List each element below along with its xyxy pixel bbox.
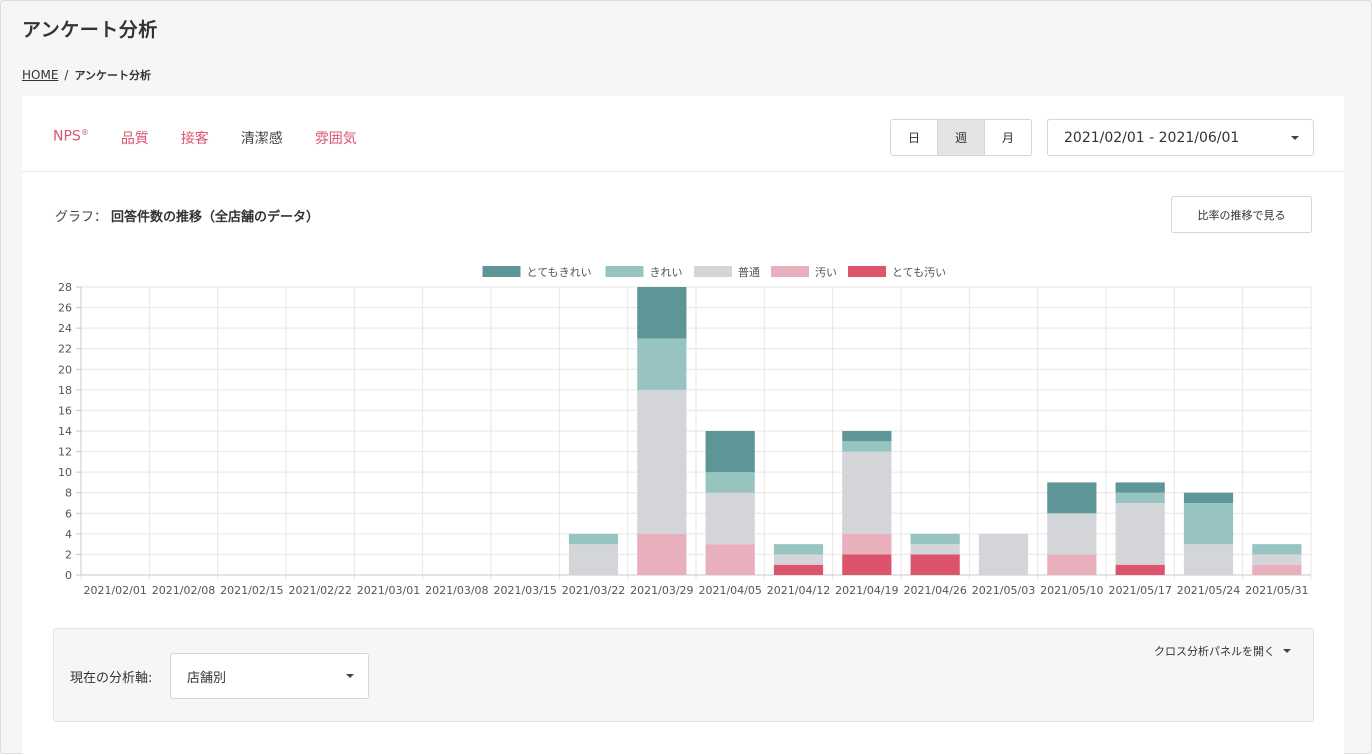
bar-segment bbox=[705, 492, 755, 545]
y-tick-label: 20 bbox=[58, 363, 72, 376]
legend-label: とてもきれい bbox=[527, 266, 592, 279]
bar-segment bbox=[842, 451, 892, 534]
bar-segment bbox=[773, 564, 824, 575]
y-tick-label: 18 bbox=[58, 384, 72, 397]
bar-segment bbox=[568, 533, 619, 545]
caret-down-icon bbox=[1283, 649, 1291, 653]
bar-segment bbox=[637, 338, 687, 390]
bar-segment bbox=[1115, 564, 1165, 575]
bar-segment bbox=[910, 533, 960, 545]
bar-segment bbox=[842, 533, 892, 555]
bar-segment bbox=[568, 544, 619, 575]
y-tick-label: 2 bbox=[65, 548, 72, 561]
x-tick-label: 2021/04/05 bbox=[698, 584, 761, 597]
legend-swatch bbox=[848, 266, 886, 277]
y-tick-label: 0 bbox=[65, 569, 72, 582]
breadcrumb-home-link[interactable]: HOME bbox=[22, 68, 58, 82]
legend-swatch bbox=[771, 266, 809, 277]
cross-analysis-toggle[interactable]: クロス分析パネルを開く bbox=[1154, 643, 1291, 659]
x-tick-label: 2021/04/12 bbox=[767, 584, 830, 597]
chevron-down-icon bbox=[346, 674, 354, 678]
bar-segment bbox=[1115, 503, 1165, 565]
bar-segment bbox=[705, 544, 755, 575]
analysis-card: NPS® 品質 接客 清潔感 雰囲気 日 週 月 2021/02/01 - 20… bbox=[22, 96, 1344, 754]
bar-segment bbox=[705, 472, 755, 493]
x-tick-label: 2021/05/10 bbox=[1040, 584, 1103, 597]
x-tick-label: 2021/05/24 bbox=[1177, 584, 1240, 597]
y-tick-label: 28 bbox=[58, 281, 72, 294]
bar-segment bbox=[705, 431, 755, 473]
bar-segment bbox=[637, 533, 687, 575]
y-tick-label: 10 bbox=[58, 466, 72, 479]
legend-label: きれい bbox=[650, 266, 683, 279]
x-tick-label: 2021/03/29 bbox=[630, 584, 693, 597]
bar-segment bbox=[842, 441, 892, 452]
x-tick-label: 2021/02/15 bbox=[220, 584, 283, 597]
bar-segment bbox=[842, 431, 892, 442]
bar-segment bbox=[910, 554, 960, 575]
y-tick-label: 22 bbox=[58, 343, 72, 356]
bar-segment bbox=[637, 389, 687, 534]
bar-segment bbox=[1252, 564, 1302, 575]
stacked-bar-chart: 02468101214161820222426282021/02/01 2021/… bbox=[58, 265, 1312, 597]
y-tick-label: 12 bbox=[58, 446, 72, 459]
x-tick-label: 2021/05/17 bbox=[1108, 584, 1171, 597]
x-tick-label: 2021/03/15 bbox=[493, 584, 556, 597]
analysis-axis-value: 店舗別 bbox=[187, 670, 227, 686]
legend-swatch bbox=[605, 266, 644, 277]
y-tick-label: 16 bbox=[58, 404, 72, 417]
bar-segment bbox=[1252, 544, 1302, 555]
legend-swatch bbox=[482, 266, 521, 277]
bar-segment bbox=[1183, 492, 1234, 503]
bar-segment bbox=[1183, 544, 1234, 575]
bar-segment bbox=[842, 554, 892, 575]
bar-segment bbox=[1183, 503, 1234, 545]
bar-segment bbox=[1252, 554, 1302, 565]
x-tick-label: 2021/05/31 bbox=[1245, 584, 1308, 597]
bar-segment bbox=[1115, 482, 1165, 493]
y-tick-label: 14 bbox=[58, 425, 72, 438]
x-tick-label: 2021/02/22 bbox=[288, 584, 351, 597]
breadcrumb-separator: / bbox=[64, 68, 69, 82]
analysis-axis-panel: 現在の分析軸: 店舗別 クロス分析パネルを開く bbox=[53, 628, 1314, 722]
legend-swatch bbox=[694, 266, 732, 277]
cross-analysis-label: クロス分析パネルを開く bbox=[1154, 645, 1275, 658]
y-tick-label: 26 bbox=[58, 302, 72, 315]
legend-label: とても汚い bbox=[892, 266, 946, 279]
page-title: アンケート分析 bbox=[22, 19, 158, 41]
bar-segment bbox=[1047, 482, 1097, 514]
bar-segment bbox=[773, 544, 824, 555]
x-tick-label: 2021/03/22 bbox=[562, 584, 625, 597]
y-tick-label: 6 bbox=[65, 507, 72, 520]
bar-segment bbox=[1115, 492, 1165, 503]
x-tick-label: 2021/02/01 bbox=[83, 584, 146, 597]
x-tick-label: 2021/04/19 bbox=[835, 584, 898, 597]
y-tick-label: 24 bbox=[58, 322, 72, 335]
legend-label: 普通 bbox=[738, 265, 760, 279]
analysis-axis-select[interactable]: 店舗別 bbox=[170, 653, 369, 699]
bar-segment bbox=[1047, 554, 1097, 575]
bar-segment bbox=[1047, 513, 1097, 555]
bar-segment bbox=[773, 554, 824, 565]
breadcrumb-current: アンケート分析 bbox=[74, 69, 152, 82]
x-tick-label: 2021/04/26 bbox=[903, 584, 966, 597]
y-tick-label: 8 bbox=[65, 487, 72, 500]
x-tick-label: 2021/05/03 bbox=[972, 584, 1035, 597]
bar-segment bbox=[910, 544, 960, 555]
breadcrumb: HOME / アンケート分析 bbox=[22, 67, 151, 83]
x-tick-label: 2021/03/01 bbox=[357, 584, 420, 597]
x-tick-label: 2021/03/08 bbox=[425, 584, 488, 597]
x-tick-label: 2021/02/08 bbox=[152, 584, 215, 597]
legend-label: 汚い bbox=[815, 266, 837, 279]
y-tick-label: 4 bbox=[65, 528, 72, 541]
bar-segment bbox=[637, 287, 687, 339]
analysis-axis-label: 現在の分析軸: bbox=[70, 671, 153, 686]
bar-segment bbox=[978, 533, 1029, 575]
